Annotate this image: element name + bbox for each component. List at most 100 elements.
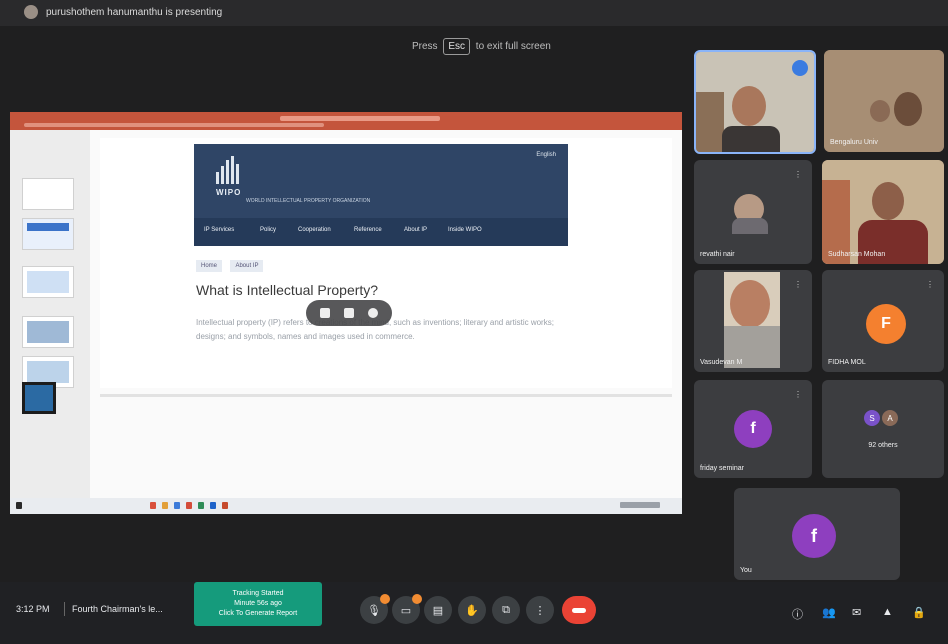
breadcrumb-item: Home	[196, 260, 223, 272]
next-icon[interactable]	[368, 308, 378, 318]
pin-icon[interactable]: ⋮	[794, 390, 802, 399]
nav-item: Cooperation	[298, 227, 331, 233]
participant-tile[interactable]: Bengaluru Univ	[824, 50, 944, 152]
tracking-line-1: Tracking Started	[232, 590, 284, 597]
participant-name: FIDHA MOL	[828, 359, 866, 366]
slide-thumbnails	[10, 130, 90, 512]
taskbar-app-icon	[150, 502, 156, 509]
powerpoint-ribbon	[10, 112, 682, 130]
nav-item: Inside WIPO	[448, 227, 482, 233]
self-name: You	[740, 567, 752, 574]
slide-title: What is Intellectual Property?	[196, 282, 379, 298]
speaking-icon	[792, 60, 808, 76]
nav-item: Policy	[260, 227, 277, 233]
start-icon	[16, 502, 22, 509]
notes-divider	[100, 394, 672, 397]
hangup-icon	[572, 607, 586, 613]
taskbar-app-icon	[162, 502, 168, 509]
participant-tile[interactable]: f ⋮ friday seminar	[694, 380, 812, 478]
taskbar-app-icon	[186, 502, 192, 509]
wipo-name: WIPO	[216, 188, 242, 197]
participant-tile[interactable]: ⋮ revathi nair	[694, 160, 812, 264]
current-slide: WIPO WORLD INTELLECTUAL PROPERTY ORGANIZ…	[100, 138, 672, 388]
warning-badge	[380, 594, 390, 604]
chat-icon[interactable]: ✉	[852, 606, 861, 619]
participant-avatar: F	[866, 304, 906, 344]
others-count: 92 others	[868, 442, 898, 449]
participant-name: Bengaluru Univ	[830, 139, 878, 146]
present-icon: ⧉	[502, 603, 510, 616]
more-vert-icon: ⋮	[534, 604, 546, 617]
participant-avatar: f	[734, 410, 772, 448]
nav-item: IP Services	[204, 227, 235, 233]
taskbar-app-icon	[222, 502, 228, 509]
tracking-line-3: Click To Generate Report	[218, 610, 298, 617]
camera-icon: ▭	[400, 604, 412, 617]
participant-name: Sudharsan Mohan	[828, 251, 886, 258]
mic-icon: 🎙	[367, 604, 381, 617]
wipo-nav: IP Services Policy Cooperation Reference…	[194, 218, 568, 246]
present-button[interactable]: ⧉	[492, 596, 520, 624]
pointer-icon[interactable]	[344, 308, 354, 318]
more-options-button[interactable]: ⋮	[526, 596, 554, 624]
participant-tile[interactable]: F ⋮ FIDHA MOL	[822, 270, 944, 372]
tracking-button[interactable]: Tracking Started Minute 56s ago Click To…	[194, 582, 322, 626]
activities-icon[interactable]: ▲	[882, 606, 893, 618]
language-selector: English	[536, 152, 556, 158]
self-avatar: f	[792, 514, 836, 558]
mic-button[interactable]: 🎙	[360, 594, 390, 624]
hint-exit: to exit full screen	[475, 41, 551, 52]
esc-key: Esc	[443, 38, 471, 55]
slide-thumbnail	[22, 218, 74, 250]
captions-icon: ▤	[432, 604, 444, 617]
fullscreen-hint: Press Esc to exit full screen	[412, 38, 551, 55]
others-tile[interactable]: S A 92 others	[822, 380, 944, 478]
slide-control-pill[interactable]	[306, 300, 392, 326]
presenting-label: purushothem hanumanthu is presenting	[46, 7, 223, 18]
nav-item: About IP	[404, 227, 428, 233]
participant-name: revathi nair	[700, 251, 735, 258]
warning-badge	[412, 594, 422, 604]
taskbar-app-icon	[198, 502, 204, 509]
divider	[64, 602, 65, 616]
ribbon-tabs	[24, 123, 324, 127]
taskbar-app-icon	[210, 502, 216, 509]
meeting-title: Fourth Chairman's le...	[72, 604, 163, 614]
host-controls-icon[interactable]: 🔒	[912, 606, 926, 619]
breadcrumb: Home About IP	[196, 254, 267, 272]
self-tile[interactable]: f You	[734, 488, 900, 580]
presenter-avatar	[24, 5, 38, 19]
pin-icon[interactable]: ⋮	[926, 280, 934, 289]
wipo-banner: WIPO WORLD INTELLECTUAL PROPERTY ORGANIZ…	[194, 144, 568, 218]
info-icon[interactable]: ⓘ	[792, 606, 803, 622]
taskbar-clock	[620, 502, 660, 508]
pin-icon[interactable]: ⋮	[794, 170, 802, 179]
slide-thumbnail	[22, 178, 74, 210]
participant-name: Vasudevan M	[700, 359, 743, 366]
taskbar-app-icon	[174, 502, 180, 509]
leave-call-button[interactable]	[562, 596, 596, 624]
others-avatar: S	[864, 410, 880, 426]
pin-icon[interactable]: ⋮	[794, 280, 802, 289]
raise-hand-button[interactable]: ✋	[458, 596, 486, 624]
participant-tile[interactable]: ⋮ Vasudevan M	[694, 270, 812, 372]
clock: 3:12 PM	[16, 604, 50, 614]
people-icon[interactable]: 👥	[822, 606, 836, 619]
captions-button[interactable]: ▤	[424, 596, 452, 624]
call-controls-bar: 3:12 PM Fourth Chairman's le... Tracking…	[0, 582, 948, 644]
hint-press: Press	[412, 41, 438, 52]
presenting-bar: purushothem hanumanthu is presenting	[0, 0, 948, 26]
window-title	[280, 116, 440, 121]
prev-icon[interactable]	[320, 308, 330, 318]
slide-thumbnail	[22, 266, 74, 298]
slide-thumbnail	[22, 316, 74, 348]
participant-tile[interactable]: Sudharsan Mohan	[822, 160, 944, 264]
wipo-logo-icon	[216, 156, 242, 184]
participant-tile-active[interactable]	[694, 50, 816, 154]
slide-thumbnail-selected	[22, 382, 56, 414]
camera-button[interactable]: ▭	[392, 594, 422, 624]
wipo-subtitle: WORLD INTELLECTUAL PROPERTY ORGANIZATION	[246, 198, 371, 204]
hand-icon: ✋	[465, 604, 479, 617]
breadcrumb-item: About IP	[230, 260, 264, 272]
windows-taskbar	[10, 498, 682, 514]
